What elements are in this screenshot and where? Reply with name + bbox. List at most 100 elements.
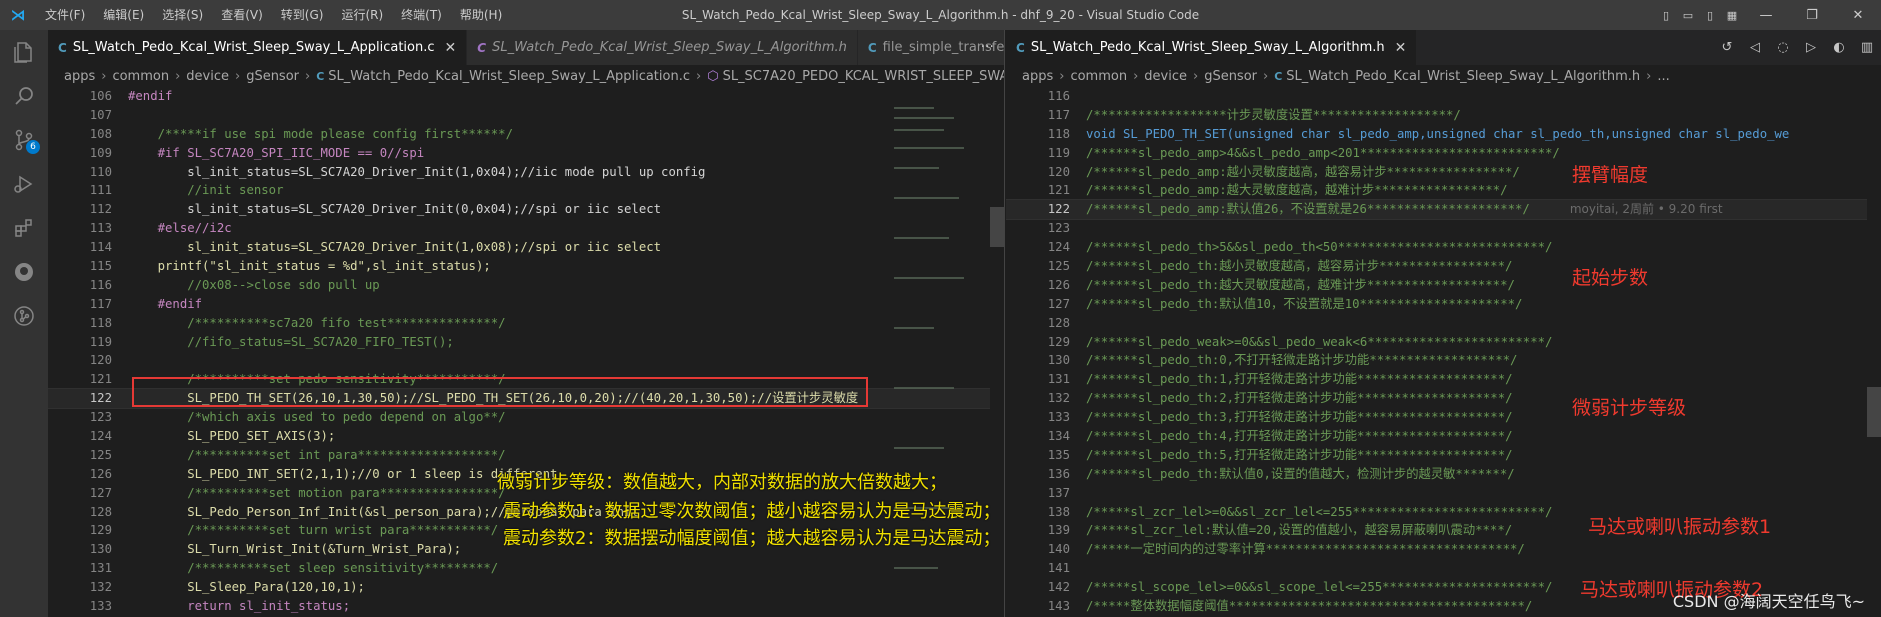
- menu-edit[interactable]: 编辑(E): [94, 0, 153, 30]
- code-line[interactable]: 110 sl_init_status=SL_SC7A20_Driver_Init…: [48, 163, 1004, 182]
- code-line[interactable]: 117 #endif: [48, 295, 1004, 314]
- git-graph-icon[interactable]: [0, 294, 48, 338]
- code-line[interactable]: 132 SL_Sleep_Para(120,10,1);: [48, 578, 1004, 597]
- code-line[interactable]: 136/******sl_pedo_th:默认值0,设置的值越大，检测计步的越灵…: [1006, 465, 1881, 484]
- open-changes-icon[interactable]: ◌: [1769, 40, 1797, 55]
- code-line[interactable]: 133 return sl_init_status;: [48, 597, 1004, 616]
- split-editor-icon[interactable]: ▥: [1853, 40, 1881, 55]
- code-line-current[interactable]: 122/******sl_pedo_amp:默认值26，不设置就是26*****…: [1006, 199, 1881, 221]
- code-line[interactable]: 113 #else//i2c: [48, 219, 1004, 238]
- menu-selection[interactable]: 选择(S): [153, 0, 212, 30]
- close-button[interactable]: ✕: [1835, 0, 1881, 30]
- code-line[interactable]: 120/******sl_pedo_amp:越小灵敏度越高，越容易计步*****…: [1006, 163, 1881, 182]
- code-line[interactable]: 124 SL_PEDO_SET_AXIS(3);: [48, 427, 1004, 446]
- toggle-panel-icon[interactable]: ▭: [1677, 0, 1699, 30]
- menu-file[interactable]: 文件(F): [36, 0, 94, 30]
- tab-application-c[interactable]: C SL_Watch_Pedo_Kcal_Wrist_Sleep_Sway_L_…: [48, 30, 468, 65]
- code-line[interactable]: 114 sl_init_status=SL_SC7A20_Driver_Init…: [48, 238, 1004, 257]
- menu-run[interactable]: 运行(R): [332, 0, 392, 30]
- code-line[interactable]: 133/******sl_pedo_th:3,打开轻微走路计步功能*******…: [1006, 408, 1881, 427]
- code-line[interactable]: 135/******sl_pedo_th:5,打开轻微走路计步功能*******…: [1006, 446, 1881, 465]
- c-file-icon: C: [1016, 40, 1025, 55]
- breadcrumb-item[interactable]: SL_Watch_Pedo_Kcal_Wrist_Sleep_Sway_L_Ap…: [328, 69, 690, 84]
- minimap-line: [894, 327, 934, 329]
- code-line[interactable]: 129/******sl_pedo_weak>=0&&sl_pedo_weak<…: [1006, 333, 1881, 352]
- code-line[interactable]: 116: [1006, 87, 1881, 106]
- code-line[interactable]: 119/******sl_pedo_amp>4&&sl_pedo_amp<201…: [1006, 144, 1881, 163]
- run-debug-icon[interactable]: [0, 162, 48, 206]
- breadcrumb-item[interactable]: SL_SC7A20_PEDO_KCAL_WRIST_SLEEP_SWAY_L_I…: [723, 69, 1004, 84]
- breadcrumb-item[interactable]: gSensor: [1204, 69, 1257, 84]
- code-line[interactable]: 131 /**********set sleep sensitivity****…: [48, 559, 1004, 578]
- tab-algorithm-h[interactable]: C SL_Watch_Pedo_Kcal_Wrist_Sleep_Sway_L_…: [467, 30, 858, 65]
- code-line[interactable]: 107: [48, 106, 1004, 125]
- code-line[interactable]: 118 void SL_PEDO_TH_SET(unsigned char sl_…: [1006, 125, 1881, 144]
- go-back-icon[interactable]: ◁: [1741, 40, 1769, 55]
- code-line[interactable]: 126/******sl_pedo_th:越大灵敏度越高，越难计步*******…: [1006, 276, 1881, 295]
- scrollbar-right[interactable]: [1867, 87, 1881, 617]
- breadcrumb-item[interactable]: common: [1070, 69, 1127, 84]
- tab-close-icon[interactable]: ✕: [445, 40, 457, 56]
- code-line[interactable]: 125/******sl_pedo_th:越小灵敏度越高，越容易计步******…: [1006, 257, 1881, 276]
- code-line[interactable]: 125 /**********set int para*************…: [48, 446, 1004, 465]
- code-line[interactable]: 140/*****一定时间内的过零率计算********************…: [1006, 540, 1881, 559]
- breadcrumb-item[interactable]: ...: [1657, 69, 1669, 84]
- code-line[interactable]: 131/******sl_pedo_th:1,打开轻微走路计步功能*******…: [1006, 370, 1881, 389]
- tab-algorithm-h-right[interactable]: C SL_Watch_Pedo_Kcal_Wrist_Sleep_Sway_L_…: [1006, 30, 1418, 65]
- menu-go[interactable]: 转到(G): [272, 0, 333, 30]
- code-line[interactable]: 127/******sl_pedo_th:默认值10，不设置就是10******…: [1006, 295, 1881, 314]
- code-line[interactable]: 132/******sl_pedo_th:2,打开轻微走路计步功能*******…: [1006, 389, 1881, 408]
- extensions-icon[interactable]: [0, 206, 48, 250]
- code-line[interactable]: 124/******sl_pedo_th>5&&sl_pedo_th<50***…: [1006, 238, 1881, 257]
- timeline-icon[interactable]: ↺: [1713, 40, 1741, 55]
- code-line[interactable]: 118 /**********sc7a20 fifo test*********…: [48, 314, 1004, 333]
- label-weak-step-level: 微弱计步等级: [1572, 397, 1687, 419]
- search-icon[interactable]: [0, 74, 48, 118]
- code-line[interactable]: 119 //fifo_status=SL_SC7A20_FIFO_TEST();: [48, 333, 1004, 352]
- minimize-button[interactable]: —: [1743, 0, 1789, 30]
- customize-layout-icon[interactable]: ▦: [1721, 0, 1743, 30]
- breadcrumb-item[interactable]: device: [1144, 69, 1187, 84]
- code-line[interactable]: 111 //init sensor: [48, 181, 1004, 200]
- go-forward-icon[interactable]: ▷: [1797, 40, 1825, 55]
- toggle-sidebar-icon[interactable]: ▯: [1655, 0, 1677, 30]
- tab-bar-right: C SL_Watch_Pedo_Kcal_Wrist_Sleep_Sway_L_…: [1006, 30, 1881, 65]
- code-line[interactable]: 106 #endif: [48, 87, 1004, 106]
- code-line[interactable]: 137: [1006, 484, 1881, 503]
- breadcrumb-item[interactable]: gSensor: [246, 69, 299, 84]
- code-line[interactable]: 123: [1006, 219, 1881, 238]
- code-line[interactable]: 112 sl_init_status=SL_SC7A20_Driver_Init…: [48, 200, 1004, 219]
- code-line[interactable]: 128: [1006, 314, 1881, 333]
- menu-terminal[interactable]: 终端(T): [392, 0, 451, 30]
- code-line[interactable]: 134/******sl_pedo_th:4,打开轻微走路计步功能*******…: [1006, 427, 1881, 446]
- breadcrumb-item[interactable]: apps: [64, 69, 95, 84]
- code-line[interactable]: 115 printf("sl_init_status = %d",sl_init…: [48, 257, 1004, 276]
- code-line[interactable]: 117/******************计步灵敏度设置***********…: [1006, 106, 1881, 125]
- breadcrumb-item[interactable]: device: [186, 69, 229, 84]
- menu-view[interactable]: 查看(V): [212, 0, 272, 30]
- code-line[interactable]: 123 /*which axis used to pedo depend on …: [48, 408, 1004, 427]
- source-control-icon[interactable]: 6: [0, 118, 48, 162]
- more-actions-icon[interactable]: ···: [981, 30, 994, 65]
- scrollbar-thumb[interactable]: [1867, 387, 1881, 437]
- code-line[interactable]: 109 #if SL_SC7A20_SPI_IIC_MODE == 0//spi: [48, 144, 1004, 163]
- explorer-icon[interactable]: [0, 30, 48, 74]
- toggle-blame-icon[interactable]: ◐: [1825, 40, 1853, 55]
- code-line[interactable]: 121/******sl_pedo_amp:越大灵敏度越高，越难计步******…: [1006, 181, 1881, 200]
- scrollbar-thumb[interactable]: [990, 207, 1004, 247]
- code-line[interactable]: 120: [48, 351, 1004, 370]
- breadcrumb-item[interactable]: apps: [1022, 69, 1053, 84]
- minimap-line: [894, 387, 954, 389]
- minimap-line: [894, 237, 949, 239]
- breadcrumb-item[interactable]: common: [112, 69, 169, 84]
- menu-help[interactable]: 帮助(H): [451, 0, 511, 30]
- maximize-button[interactable]: ❐: [1789, 0, 1835, 30]
- code-line[interactable]: 108 /*****if use spi mode please config …: [48, 125, 1004, 144]
- tab-close-icon[interactable]: ✕: [1395, 40, 1407, 56]
- title-bar: ⋊ 文件(F) 编辑(E) 选择(S) 查看(V) 转到(G) 运行(R) 终端…: [0, 0, 1881, 30]
- toggle-secondary-sidebar-icon[interactable]: ▯: [1699, 0, 1721, 30]
- code-line[interactable]: 116 //0x08-->close sdo pull up: [48, 276, 1004, 295]
- github-icon[interactable]: [0, 250, 48, 294]
- breadcrumb-item[interactable]: SL_Watch_Pedo_Kcal_Wrist_Sleep_Sway_L_Al…: [1286, 69, 1640, 84]
- code-line[interactable]: 130/******sl_pedo_th:0,不打开轻微走路计步功能******…: [1006, 351, 1881, 370]
